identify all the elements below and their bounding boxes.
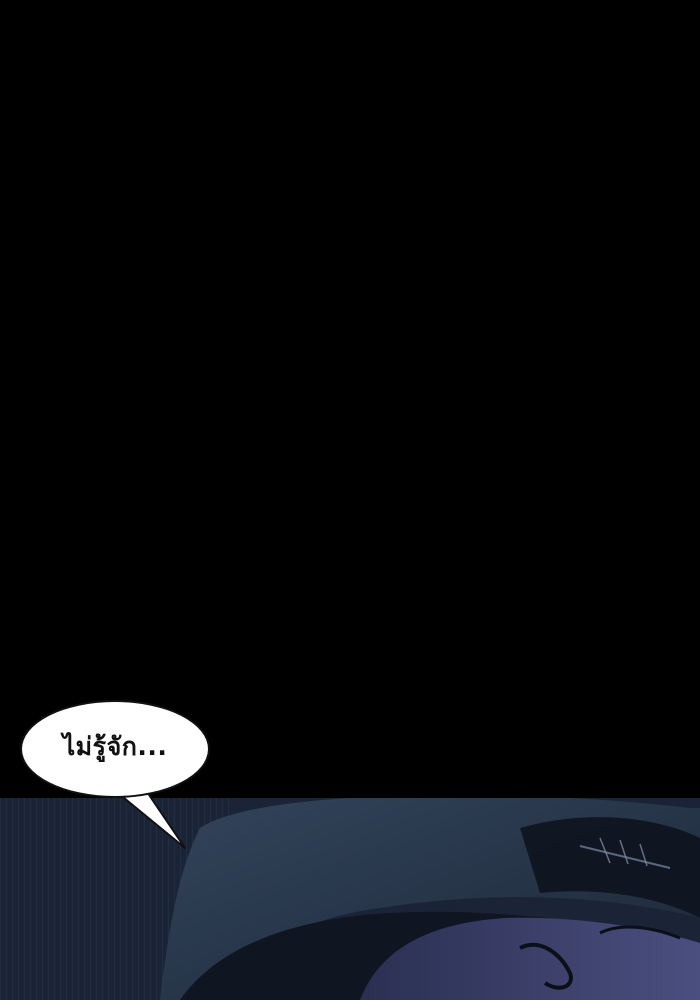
comic-page: ไม่รู้จัก...	[0, 0, 700, 1000]
speech-bubble: ไม่รู้จัก...	[20, 700, 210, 798]
black-panel	[0, 0, 700, 798]
comic-illustration-panel	[0, 798, 700, 1000]
speech-bubble-text: ไม่รู้จัก...	[62, 732, 168, 761]
sleeping-character-illustration	[0, 798, 700, 1000]
